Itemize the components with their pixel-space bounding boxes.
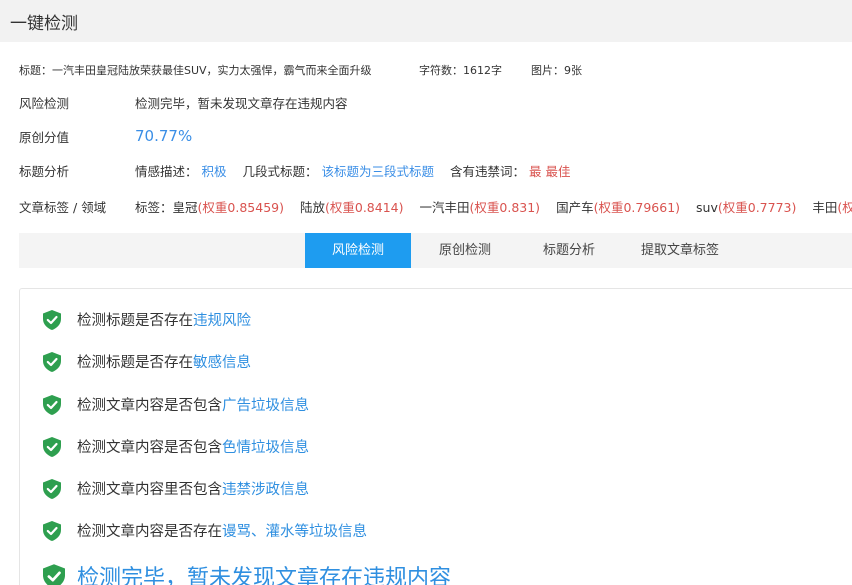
image-count: 图片：9张 [531,64,582,77]
shield-check-icon [43,563,65,585]
emotion-label: 情感描述： [135,164,198,179]
article-tags-values: 标签： 皇冠(权重0.85459) 陆放(权重0.8414) 一汽丰田(权重0.… [135,197,852,215]
risk-value: 检测完毕，暂未发现文章存在违规内容 [135,96,348,111]
check-item: 检测文章内容是否包含 广告垃圾信息 [43,394,309,415]
shield-check-icon [43,478,61,499]
original-score: 70.77% [135,127,193,145]
check-text: 检测标题是否存在 [77,313,193,329]
segment-label: 几段式标题： [242,164,318,179]
tabs-bar: 风险检测 原创检测 标题分析 提取文章标签 [19,233,852,268]
emotion-value: 积极 [201,164,227,179]
tab-extract-tags[interactable]: 提取文章标签 [625,233,735,268]
shield-check-icon [43,351,61,372]
check-item: 检测标题是否存在 敏感信息 [43,351,251,372]
check-text: 检测文章内容是否包含 [77,398,222,414]
check-highlight: 谩骂、灌水等垃圾信息 [222,524,367,540]
forbidden-label: 含有违禁词： [450,164,526,179]
check-text: 检测标题是否存在 [77,355,193,371]
check-item: 检测标题是否存在 违规风险 [43,309,251,330]
tab-title-analysis[interactable]: 标题分析 [525,233,613,268]
check-item: 检测文章内容里否包含 违禁涉政信息 [43,478,309,499]
tag-item: 国产车(权重0.79661) [556,200,681,215]
tag-item: 皇冠(权重0.85459) [172,200,284,215]
shield-check-icon [43,309,61,330]
shield-check-icon [43,394,61,415]
check-highlight: 色情垃圾信息 [222,440,309,456]
tab-original-detection[interactable]: 原创检测 [421,233,509,268]
check-highlight: 广告垃圾信息 [222,398,309,414]
page-title: 一键检测 [10,14,78,34]
article-tags-row: 文章标签 / 领域 标签： 皇冠(权重0.85459) 陆放(权重0.8414)… [19,197,852,215]
check-highlight: 敏感信息 [193,355,251,371]
tag-item: 一汽丰田(权重0.831) [419,200,541,215]
check-text: 检测文章内容是否包含 [77,440,222,456]
title-analysis-values: 情感描述： 积极 几段式标题： 该标题为三段式标题 含有违禁词： 最 最佳 [135,161,570,180]
risk-label: 风险检测 [19,96,70,111]
tag-item: suv(权重0.7773) [696,200,797,215]
title-analysis-label: 标题分析 [19,164,70,179]
final-result: 检测完毕，暂未发现文章存在违规内容 [43,560,451,585]
check-text: 检测文章内容里否包含 [77,482,222,498]
check-item: 检测文章内容是否包含 色情垃圾信息 [43,436,309,457]
check-highlight: 违规风险 [193,313,251,329]
article-tags-label: 文章标签 / 领域 [19,200,107,215]
article-title: 标题：一汽丰田皇冠陆放荣获最佳SUV，实力太强悍，霸气而来全面升级 [19,64,372,77]
tags-prefix: 标签： [135,200,173,215]
final-message: 检测完毕，暂未发现文章存在违规内容 [77,566,452,585]
original-label: 原创分值 [19,130,70,145]
segment-value: 该标题为三段式标题 [321,164,435,179]
check-text: 检测文章内容是否存在 [77,524,222,540]
article-meta: 标题：一汽丰田皇冠陆放荣获最佳SUV，实力太强悍，霸气而来全面升级 字符数：16… [19,62,582,78]
tag-item: 陆放(权重0.8414) [299,200,404,215]
shield-check-icon [43,436,61,457]
check-item: 检测文章内容是否存在 谩骂、灌水等垃圾信息 [43,520,367,541]
tab-risk-detection[interactable]: 风险检测 [305,233,411,268]
shield-check-icon [43,520,61,541]
tag-item: 丰田(权重0.73106 [812,200,852,215]
forbidden-value: 最 最佳 [529,164,571,179]
check-highlight: 违禁涉政信息 [222,482,309,498]
header-bar: 一键检测 [0,0,852,42]
word-count: 字符数：1612字 [419,64,502,77]
